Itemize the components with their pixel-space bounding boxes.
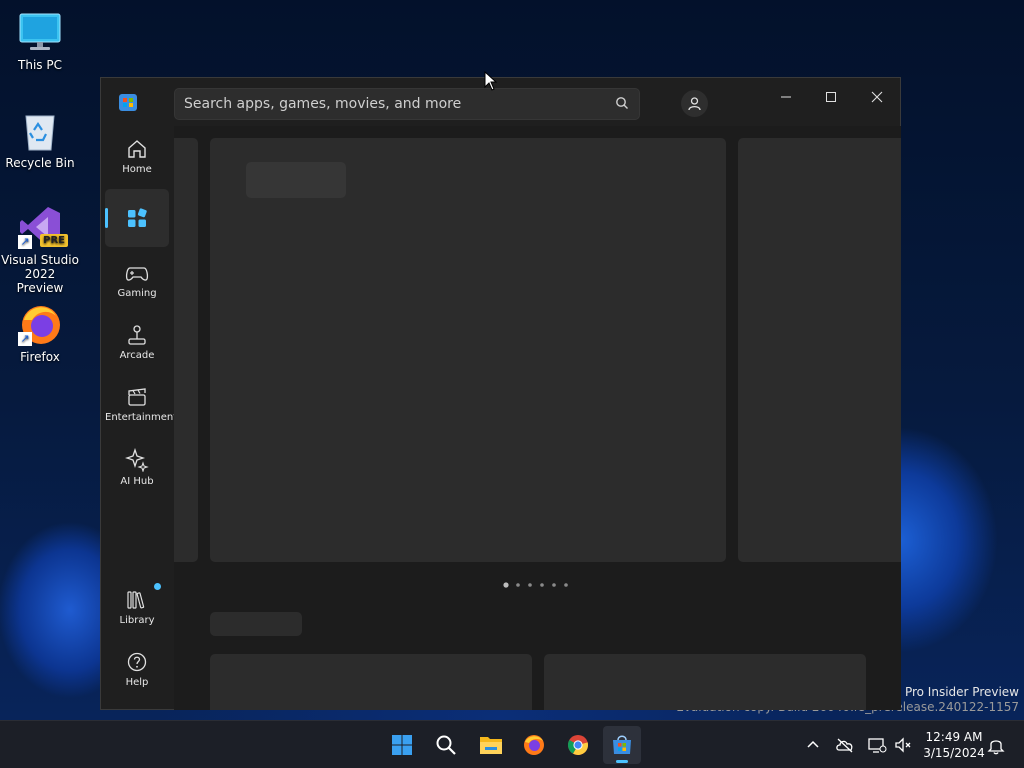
minimize-icon [781, 96, 791, 98]
content-area [174, 126, 901, 710]
windows-logo-icon [392, 735, 412, 755]
maximize-button[interactable] [811, 84, 851, 110]
hero-card-previous[interactable] [174, 138, 198, 562]
microsoft-store-icon [613, 735, 631, 754]
system-clock[interactable]: 12:49 AM 3/15/2024 [920, 729, 988, 761]
desktop-icon-this-pc[interactable]: This PC [0, 10, 80, 72]
desktop-icon-recycle-bin[interactable]: Recycle Bin [0, 108, 80, 170]
monitor-icon [18, 10, 62, 54]
nav-entertainment[interactable]: Entertainment [105, 380, 177, 438]
carousel-dot-active[interactable] [503, 582, 509, 588]
mouse-cursor-icon [484, 71, 498, 91]
notification-bell-icon[interactable] [986, 735, 1006, 755]
close-icon [871, 91, 883, 103]
desktop-icon-label: Visual Studio 2022 Preview [1, 253, 79, 295]
taskbar-firefox[interactable] [515, 726, 553, 764]
hero-title-placeholder [246, 162, 346, 198]
clapperboard-icon [128, 388, 146, 406]
hero-card-next[interactable] [738, 138, 901, 562]
nav-ai-hub[interactable]: AI Hub [105, 442, 169, 500]
file-explorer-icon [480, 737, 502, 754]
sparkle-icon [125, 448, 149, 472]
nav-label: Entertainment [105, 412, 178, 423]
firefox-icon [524, 735, 544, 755]
taskbar-microsoft-store[interactable] [603, 726, 641, 764]
shortcut-arrow-icon: ↗ [18, 235, 32, 249]
search-icon[interactable] [615, 96, 629, 110]
maximize-icon [826, 92, 836, 102]
desktop-icon-firefox[interactable]: ↗ Firefox [0, 302, 80, 364]
carousel-dot[interactable] [528, 583, 532, 587]
nav-label: Arcade [119, 350, 155, 361]
search-input[interactable] [174, 88, 640, 120]
nav-gaming[interactable]: Gaming [105, 256, 169, 314]
microsoft-store-window: Home Gaming Arcade Enter [100, 77, 901, 710]
nav-apps[interactable] [105, 189, 169, 247]
account-button[interactable] [681, 90, 708, 117]
volume-muted-icon[interactable] [893, 735, 913, 755]
minimize-button[interactable] [766, 84, 806, 110]
desktop-icon-label: Recycle Bin [5, 156, 75, 170]
microsoft-store-icon [119, 94, 137, 111]
desktop-icon-visual-studio[interactable]: ↗ PRE Visual Studio 2022 Preview [0, 205, 80, 295]
start-button[interactable] [383, 726, 421, 764]
nav-library[interactable]: Library [105, 583, 169, 641]
desktop-icon-label: This PC [18, 58, 62, 72]
tile-placeholder[interactable] [544, 654, 866, 710]
visual-studio-icon: ↗ PRE [18, 205, 68, 249]
carousel-dot[interactable] [540, 583, 544, 587]
taskbar-chrome[interactable] [559, 726, 597, 764]
joystick-icon [128, 325, 146, 345]
library-icon [127, 591, 145, 609]
recycle-bin-icon [18, 108, 62, 152]
chrome-icon [568, 735, 589, 756]
title-bar[interactable] [101, 78, 900, 126]
nav-label: Library [119, 615, 155, 626]
carousel-page-indicator[interactable] [502, 581, 572, 589]
shortcut-arrow-icon: ↗ [18, 332, 32, 346]
home-icon [128, 140, 146, 158]
close-button[interactable] [857, 84, 897, 110]
update-notification-dot [154, 583, 161, 590]
taskbar-file-explorer[interactable] [471, 726, 509, 764]
onedrive-offline-icon[interactable] [835, 735, 855, 755]
preview-badge: PRE [40, 234, 68, 247]
nav-label: Help [125, 677, 149, 688]
chevron-up-icon[interactable] [803, 735, 823, 755]
nav-home[interactable]: Home [105, 132, 169, 190]
apps-icon [128, 208, 147, 227]
hero-card[interactable] [210, 138, 726, 562]
person-icon [688, 97, 701, 111]
nav-help[interactable]: Help [105, 645, 169, 703]
network-icon[interactable] [867, 735, 887, 755]
clock-time: 12:49 AM [925, 730, 983, 744]
carousel-dot[interactable] [564, 583, 568, 587]
taskbar-search-button[interactable] [427, 726, 465, 764]
taskbar: 12:49 AM 3/15/2024 [0, 720, 1024, 768]
nav-arcade[interactable]: Arcade [105, 318, 169, 376]
nav-label: Gaming [117, 288, 157, 299]
gamepad-icon [125, 267, 149, 281]
search-icon [436, 735, 456, 755]
desktop-icon-label: Firefox [20, 350, 60, 364]
nav-label: Home [122, 164, 152, 175]
nav-label: AI Hub [120, 476, 154, 487]
carousel-dot[interactable] [552, 583, 556, 587]
help-icon [127, 652, 147, 672]
section-title-placeholder [210, 612, 302, 636]
firefox-icon: ↗ [18, 302, 62, 346]
tile-placeholder[interactable] [210, 654, 532, 710]
clock-date: 3/15/2024 [923, 746, 985, 760]
carousel-dot[interactable] [516, 583, 520, 587]
watermark-edition: 11 Pro Insider Preview [885, 685, 1019, 699]
